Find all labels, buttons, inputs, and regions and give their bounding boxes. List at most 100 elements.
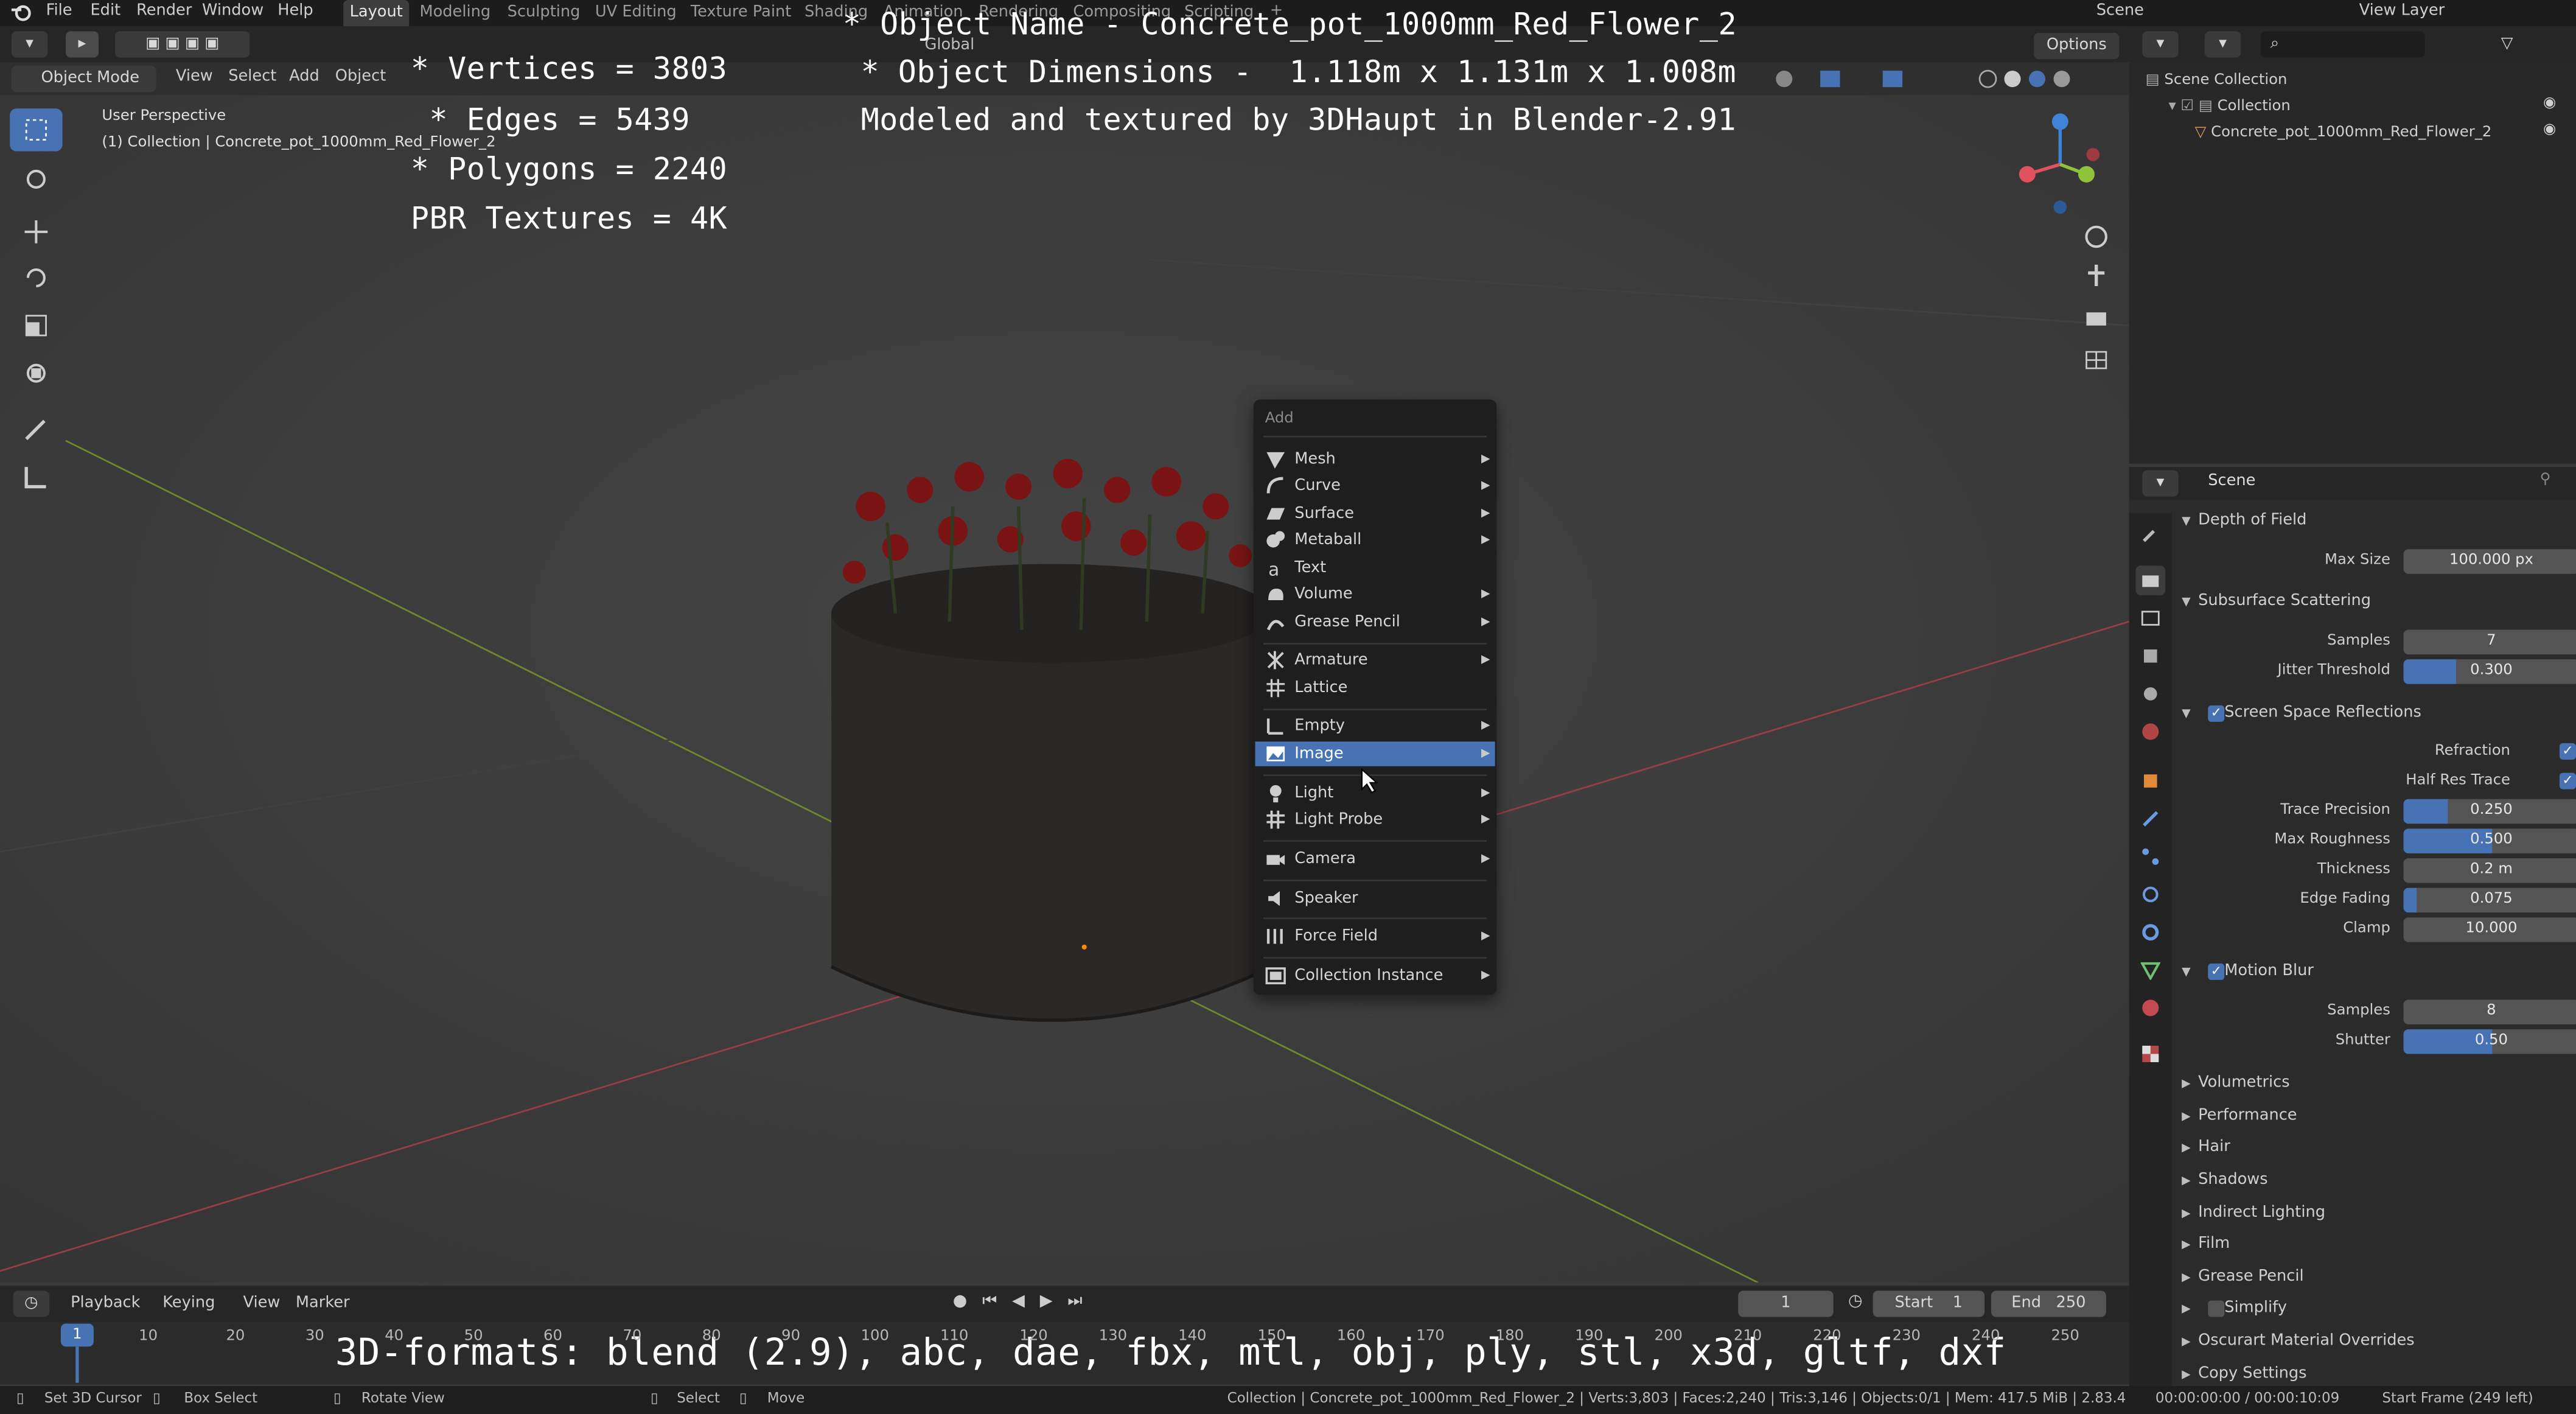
add-menu-item-image[interactable]: Image ▶ (1255, 741, 1495, 766)
section-simplify[interactable]: ▶ Simplify (2182, 1294, 2563, 1324)
playback-controls[interactable]: ● ⏮ ◀ ▶ ⏭ (953, 1292, 1150, 1315)
ssr-enable-checkbox[interactable]: ✓ (2208, 705, 2225, 722)
texture-tab-icon[interactable] (2135, 1039, 2165, 1069)
half-res-trace-checkbox[interactable]: ✓ (2559, 772, 2576, 789)
preview-range-icon[interactable]: ◷ (1848, 1292, 1863, 1311)
filter-icon[interactable]: ▽ (2487, 31, 2527, 57)
outliner-row-collection[interactable]: ▾ ☑ ▤ Collection (2168, 96, 2290, 119)
selection-mode-buttons[interactable]: ▣ ▣ ▣ ▣ (114, 31, 250, 58)
section-volumetrics[interactable]: ▶ Volumetrics (2182, 1069, 2563, 1099)
section-hair[interactable]: ▶ Hair (2182, 1133, 2563, 1163)
section-motion-blur[interactable]: ▼ ✓ Motion Blur (2182, 957, 2563, 987)
section-film[interactable]: ▶ Film (2182, 1230, 2563, 1259)
add-menu-item-curve[interactable]: Curve ▶ (1255, 474, 1495, 499)
keying-menu[interactable]: Keying (162, 1292, 215, 1318)
visibility-eye-icon[interactable]: ◉ (2543, 96, 2556, 112)
modifier-tab-icon[interactable] (2135, 804, 2165, 834)
max-roughness-field[interactable]: 0.500 (2403, 828, 2576, 853)
add-menu-item-text[interactable]: a Text (1255, 556, 1495, 581)
properties-editor-type-icon[interactable]: ▾ (2142, 470, 2179, 497)
outliner-search-input[interactable]: ⌕ (2260, 31, 2425, 58)
add-menu-item-metaball[interactable]: Metaball ▶ (1255, 528, 1495, 553)
max-size-field[interactable]: 100.000 px (2403, 549, 2576, 574)
options-dropdown[interactable]: Options (2034, 33, 2120, 60)
blender-logo-icon[interactable] (10, 3, 33, 23)
add-menu-item-grease-pencil[interactable]: Grease Pencil ▶ (1255, 610, 1495, 635)
navigation-gizmo[interactable] (2008, 108, 2106, 220)
thickness-field[interactable]: 0.2 m (2403, 858, 2576, 883)
outliner-row-object[interactable]: ▽ Concrete_pot_1000mm_Red_Flower_2 (2195, 122, 2492, 145)
pin-icon[interactable]: ⚲ (2540, 472, 2551, 488)
clamp-field[interactable]: 10.000 (2403, 917, 2576, 942)
add-menu-item-lattice[interactable]: Lattice (1255, 676, 1495, 701)
section-oscurart-material-overrides[interactable]: ▶ Oscurart Material Overrides (2182, 1327, 2563, 1357)
section-copy-settings[interactable]: ▶ Copy Settings (2182, 1360, 2563, 1390)
motion-blur-checkbox[interactable]: ✓ (2208, 963, 2225, 980)
3d-viewport[interactable]: User Perspective (1) Collection | Concre… (0, 95, 2129, 1283)
annotate-tool-icon[interactable] (10, 408, 62, 450)
playback-menu[interactable]: Playback (71, 1292, 140, 1318)
menu-file[interactable]: File (46, 0, 72, 26)
mb-samples-field[interactable]: 8 (2403, 999, 2576, 1024)
menu-help[interactable]: Help (277, 0, 313, 26)
menu-edit[interactable]: Edit (90, 0, 120, 26)
menu-view[interactable]: View (176, 66, 213, 92)
timeline-editor-type-icon[interactable]: ◷ (13, 1290, 49, 1317)
data-tab-icon[interactable] (2135, 955, 2165, 985)
menu-add[interactable]: Add (289, 66, 319, 92)
menu-select[interactable]: Select (228, 66, 276, 92)
start-frame-field[interactable]: Start 1 (1873, 1290, 1985, 1317)
add-menu-item-speaker[interactable]: Speaker (1255, 886, 1495, 911)
add-menu-item-collection-instance[interactable]: Collection Instance ▶ (1255, 964, 1495, 989)
display-mode-icon[interactable]: ▾ (2204, 31, 2241, 58)
end-frame-field[interactable]: End 250 (1991, 1290, 2106, 1317)
jitter-threshold-field[interactable]: 0.300 (2403, 659, 2576, 684)
constraints-tab-icon[interactable] (2135, 917, 2165, 947)
section-screen-space-reflections[interactable]: ▼ ✓ Screen Space Reflections (2182, 699, 2563, 729)
playhead[interactable]: 1 (60, 1323, 94, 1347)
sss-samples-field[interactable]: 7 (2403, 629, 2576, 655)
section-shadows[interactable]: ▶ Shadows (2182, 1166, 2563, 1195)
scene-selector[interactable]: Scene (2096, 0, 2144, 26)
add-menu-item-armature[interactable]: Armature ▶ (1255, 648, 1495, 673)
menu-object[interactable]: Object (335, 66, 386, 92)
refraction-checkbox[interactable]: ✓ (2559, 743, 2576, 760)
trace-precision-field[interactable]: 0.250 (2403, 799, 2576, 824)
shutter-field[interactable]: 0.50 (2403, 1029, 2576, 1054)
view-layer-selector[interactable]: View Layer (2359, 0, 2445, 26)
add-menu-item-mesh[interactable]: Mesh ▶ (1255, 447, 1495, 472)
tool-tab-icon[interactable] (2135, 520, 2165, 550)
tab-texture-paint[interactable]: Texture Paint (688, 0, 794, 26)
add-menu-item-surface[interactable]: Surface ▶ (1255, 502, 1495, 527)
mode-dropdown[interactable]: Object Mode (11, 66, 156, 93)
add-menu-item-camera[interactable]: Camera ▶ (1255, 847, 1495, 872)
measure-tool-icon[interactable] (10, 455, 62, 498)
outliner-row-scene-collection[interactable]: ▤ Scene Collection (2146, 69, 2288, 92)
current-frame-field[interactable]: 1 (1738, 1290, 1834, 1317)
editor-type-icon[interactable]: ▾ (11, 31, 48, 58)
select-tool-icon[interactable]: ▸ (65, 31, 99, 58)
menu-window[interactable]: Window (202, 0, 264, 26)
transform-tool-icon[interactable] (10, 352, 62, 394)
material-tab-icon[interactable] (2135, 993, 2165, 1023)
section-performance[interactable]: ▶ Performance (2182, 1102, 2563, 1132)
world-tab-icon[interactable] (2135, 717, 2165, 747)
tab-layout[interactable]: Layout (343, 0, 410, 27)
marker-menu[interactable]: Marker (296, 1292, 350, 1318)
scale-tool-icon[interactable] (10, 304, 62, 347)
add-menu-item-empty[interactable]: Empty ▶ (1255, 713, 1495, 738)
particles-tab-icon[interactable] (2135, 842, 2165, 872)
select-box-tool-icon[interactable] (10, 108, 63, 152)
add-menu-item-volume[interactable]: Volume ▶ (1255, 582, 1495, 607)
edge-fading-field[interactable]: 0.075 (2403, 887, 2576, 913)
rotate-tool-icon[interactable] (10, 256, 62, 299)
tab-uv-editing[interactable]: UV Editing (593, 0, 679, 26)
section-depth-of-field[interactable]: ▼ Depth of Field (2182, 506, 2563, 536)
tab-sculpting[interactable]: Sculpting (503, 0, 585, 26)
tab-modeling[interactable]: Modeling (417, 0, 493, 26)
view-layer-tab-icon[interactable] (2135, 641, 2165, 671)
menu-render[interactable]: Render (136, 0, 192, 26)
simplify-checkbox[interactable] (2208, 1300, 2225, 1317)
cursor-tool-icon[interactable] (10, 158, 62, 200)
render-tab-icon[interactable] (2135, 565, 2166, 595)
